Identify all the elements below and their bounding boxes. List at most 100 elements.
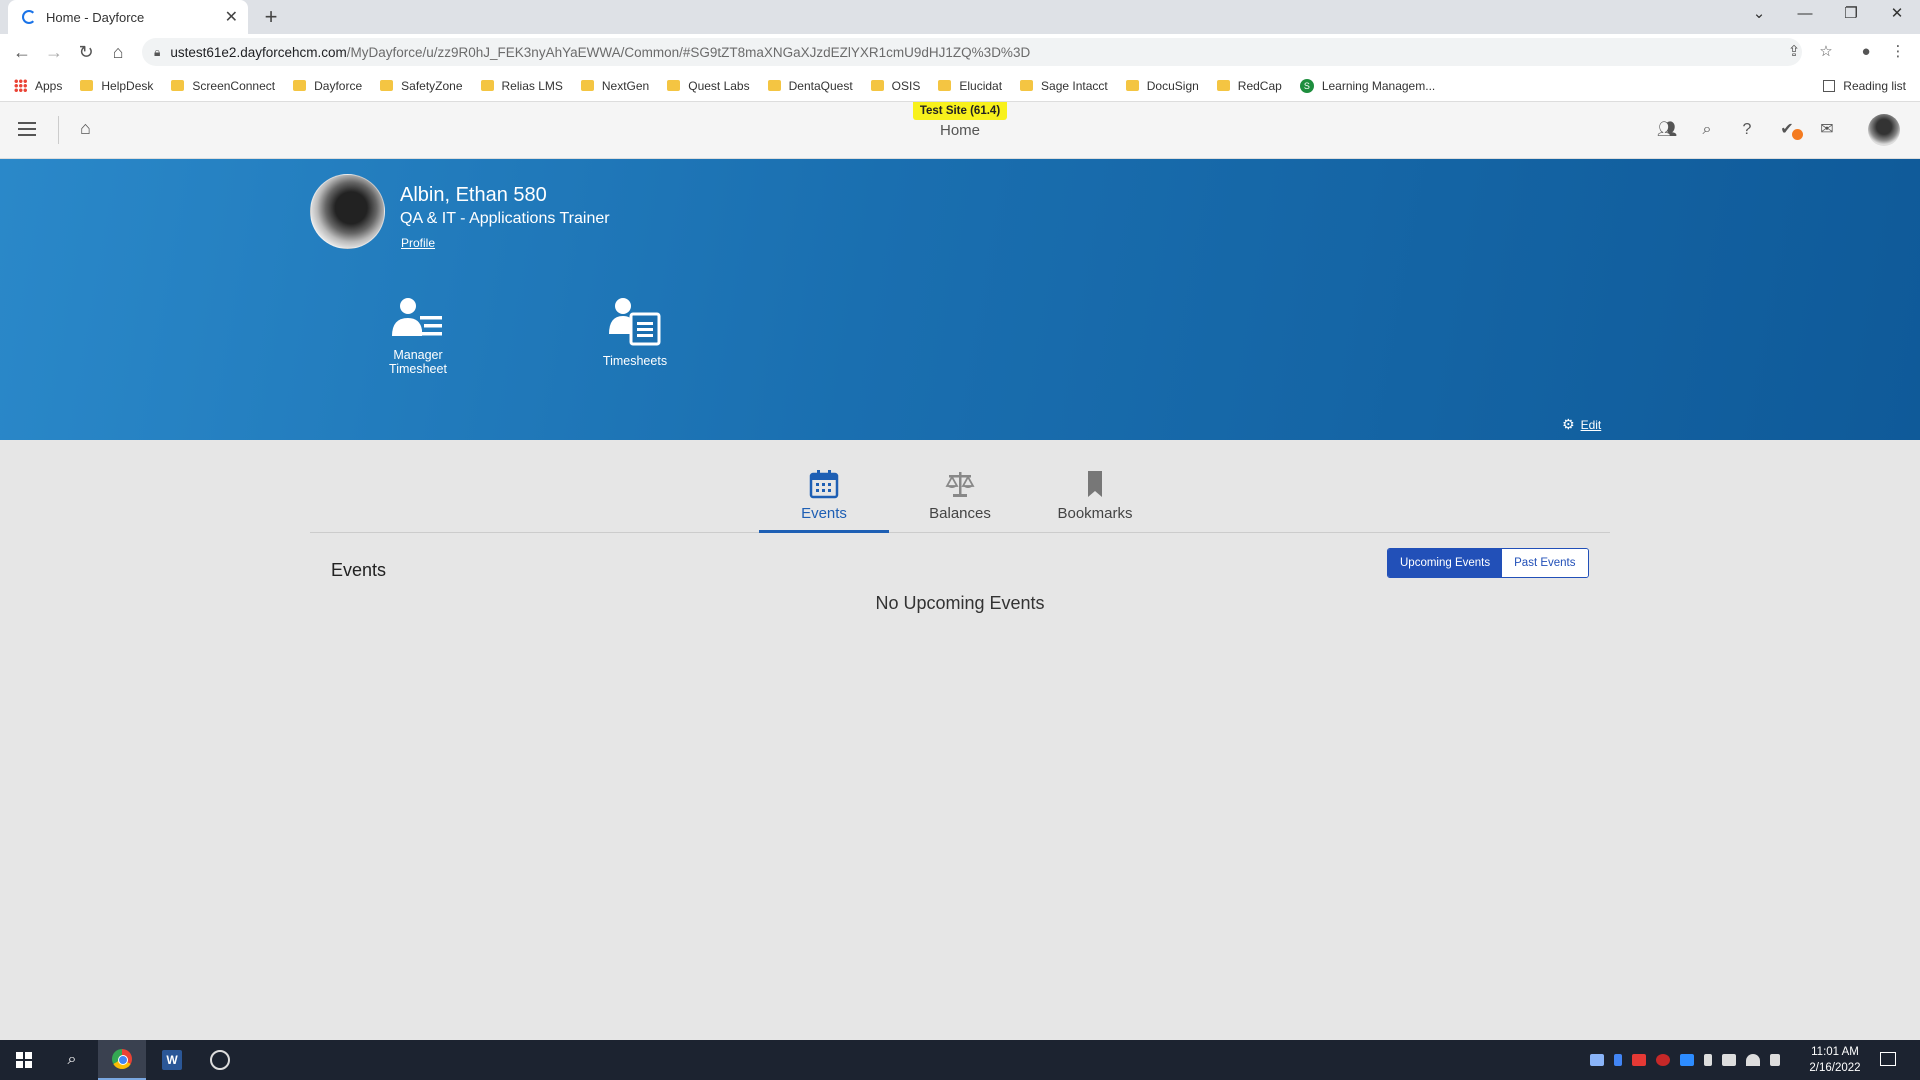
manager-timesheet-icon (392, 298, 442, 336)
windows-taskbar: ⌕ W 11:01 AM 2/16/2022 (0, 1040, 1920, 1080)
empty-events-message: No Upcoming Events (875, 593, 1045, 613)
header-divider (58, 116, 59, 144)
bookmark-learning-management[interactable]: S Learning Managem... (1299, 78, 1435, 93)
folder-icon (580, 80, 594, 91)
upcoming-events-button[interactable]: Upcoming Events (1388, 549, 1503, 577)
close-window-button[interactable]: ✕ (1874, 0, 1920, 30)
bluetooth-icon[interactable] (1614, 1054, 1622, 1066)
folder-icon (938, 80, 952, 91)
star-icon[interactable]: ☆ (1812, 38, 1840, 66)
timesheets-tile[interactable]: Timesheets (575, 296, 695, 368)
notification-dot (1792, 129, 1803, 140)
bookmark-sage-intacct[interactable]: Sage Intacct (1020, 79, 1108, 93)
calendar-icon (809, 470, 839, 499)
employee-name: Albin, Ethan 580 (400, 184, 547, 206)
action-center-icon[interactable] (1880, 1052, 1896, 1066)
manager-timesheet-tile[interactable]: Manager Timesheet (358, 296, 478, 376)
tab-bookmarks-label: Bookmarks (1057, 505, 1133, 522)
browser-menu-icon[interactable]: ⋮ (1884, 38, 1912, 66)
content-tabs: Events Balances Bookmarks (310, 463, 1610, 533)
bookmark-osis[interactable]: OSIS (870, 79, 920, 93)
events-filter-toggle: Upcoming Events Past Events (1387, 548, 1589, 578)
lock-icon: 🔒︎ (154, 44, 161, 59)
home-button-icon[interactable]: ⌂ (104, 38, 132, 66)
menu-icon[interactable] (18, 122, 36, 136)
bookmark-helpdesk[interactable]: HelpDesk (80, 79, 153, 93)
forward-arrow-icon[interactable]: → (40, 38, 68, 66)
profile-banner: Albin, Ethan 580 QA & IT - Applications … (0, 159, 1920, 440)
folder-icon (171, 80, 185, 91)
tab-balances[interactable]: Balances (895, 463, 1025, 533)
test-site-badge: Test Site (61.4) (913, 102, 1007, 120)
bookmark-dentaquest[interactable]: DentaQuest (767, 79, 853, 93)
folder-icon (480, 80, 494, 91)
folder-icon (667, 80, 681, 91)
app-header: ⌂ Test Site (61.4) Home 👥︎ ⌕ ? ✔ ✉ (0, 102, 1920, 159)
profile-photo (310, 174, 385, 249)
profile-link[interactable]: Profile (401, 236, 435, 250)
folder-icon (1216, 80, 1230, 91)
bookmark-apps[interactable]: Apps (14, 79, 62, 93)
manager-timesheet-label-1: Manager (393, 348, 443, 362)
taskbar-search-icon[interactable]: ⌕ (48, 1040, 96, 1080)
chrome-icon (112, 1049, 132, 1069)
edit-button[interactable]: ⚙ Edit (1562, 416, 1601, 433)
apps-grid-icon (14, 79, 27, 92)
past-events-button[interactable]: Past Events (1502, 549, 1588, 577)
obs-icon (210, 1050, 230, 1070)
folder-icon (80, 80, 94, 91)
edit-label: Edit (1580, 417, 1602, 432)
bookmark-redcap[interactable]: RedCap (1216, 79, 1282, 93)
user-avatar[interactable] (1868, 114, 1900, 146)
bookmark-docusign[interactable]: DocuSign (1125, 79, 1199, 93)
search-icon[interactable]: ⌕ (1696, 119, 1718, 141)
bookmark-quest-labs[interactable]: Quest Labs (667, 79, 750, 93)
microphone-icon[interactable] (1704, 1054, 1712, 1066)
taskbar-obs[interactable] (196, 1040, 244, 1080)
start-button[interactable] (0, 1040, 48, 1080)
volume-icon[interactable] (1770, 1054, 1780, 1066)
tray-security-icon[interactable] (1656, 1054, 1670, 1066)
bookmark-safetyzone[interactable]: SafetyZone (380, 79, 463, 93)
system-tray (1590, 1040, 1790, 1080)
reload-icon[interactable]: ↻ (72, 38, 100, 66)
home-icon[interactable]: ⌂ (80, 118, 91, 139)
bookmark-relias-lms[interactable]: Relias LMS (480, 79, 563, 93)
tab-search-icon[interactable]: ⌄ (1736, 0, 1782, 30)
bookmark-dayforce[interactable]: Dayforce (293, 79, 362, 93)
tab-bookmarks[interactable]: Bookmarks (1030, 463, 1160, 533)
address-bar[interactable]: 🔒︎ ustest61e2.dayforcehcm.com /MyDayforc… (142, 38, 1802, 66)
tray-app-icon[interactable] (1632, 1054, 1646, 1066)
tab-events[interactable]: Events (759, 463, 889, 533)
bookmark-screenconnect[interactable]: ScreenConnect (171, 79, 275, 93)
manager-timesheet-label-2: Timesheet (389, 362, 447, 376)
bookmark-nextgen[interactable]: NextGen (580, 79, 649, 93)
clock-date: 2/16/2022 (1809, 1062, 1861, 1074)
back-arrow-icon[interactable]: ← (8, 38, 36, 66)
team-icon[interactable]: 👥︎ (1656, 119, 1678, 141)
taskbar-chrome[interactable] (98, 1040, 146, 1080)
loading-spinner-icon (22, 10, 36, 24)
wifi-icon[interactable] (1746, 1054, 1760, 1066)
browser-profile-icon[interactable]: ● (1852, 38, 1880, 66)
help-icon[interactable]: ? (1736, 119, 1758, 141)
sharepoint-icon: S (1299, 78, 1314, 93)
close-tab-icon[interactable]: ✕ (225, 7, 238, 27)
restore-button[interactable]: ❐ (1828, 0, 1874, 30)
taskbar-clock[interactable]: 11:01 AM 2/16/2022 (1800, 1044, 1870, 1076)
folder-icon (870, 80, 884, 91)
share-icon[interactable]: ⇪ (1780, 38, 1808, 66)
minimize-button[interactable]: — (1782, 0, 1828, 30)
bookmark-elucidat[interactable]: Elucidat (938, 79, 1002, 93)
zoom-icon[interactable] (1680, 1054, 1694, 1066)
folder-icon (1125, 80, 1139, 91)
browser-tab[interactable]: Home - Dayforce ✕ (8, 0, 248, 34)
battery-icon[interactable] (1722, 1054, 1736, 1066)
reading-list-button[interactable]: Reading list (1823, 70, 1906, 102)
tray-display-icon[interactable] (1590, 1054, 1604, 1066)
folder-icon (380, 80, 394, 91)
mail-icon[interactable]: ✉ (1816, 119, 1838, 141)
new-tab-button[interactable]: + (258, 4, 284, 30)
bookmark-icon (1088, 471, 1102, 497)
taskbar-word[interactable]: W (148, 1040, 196, 1080)
